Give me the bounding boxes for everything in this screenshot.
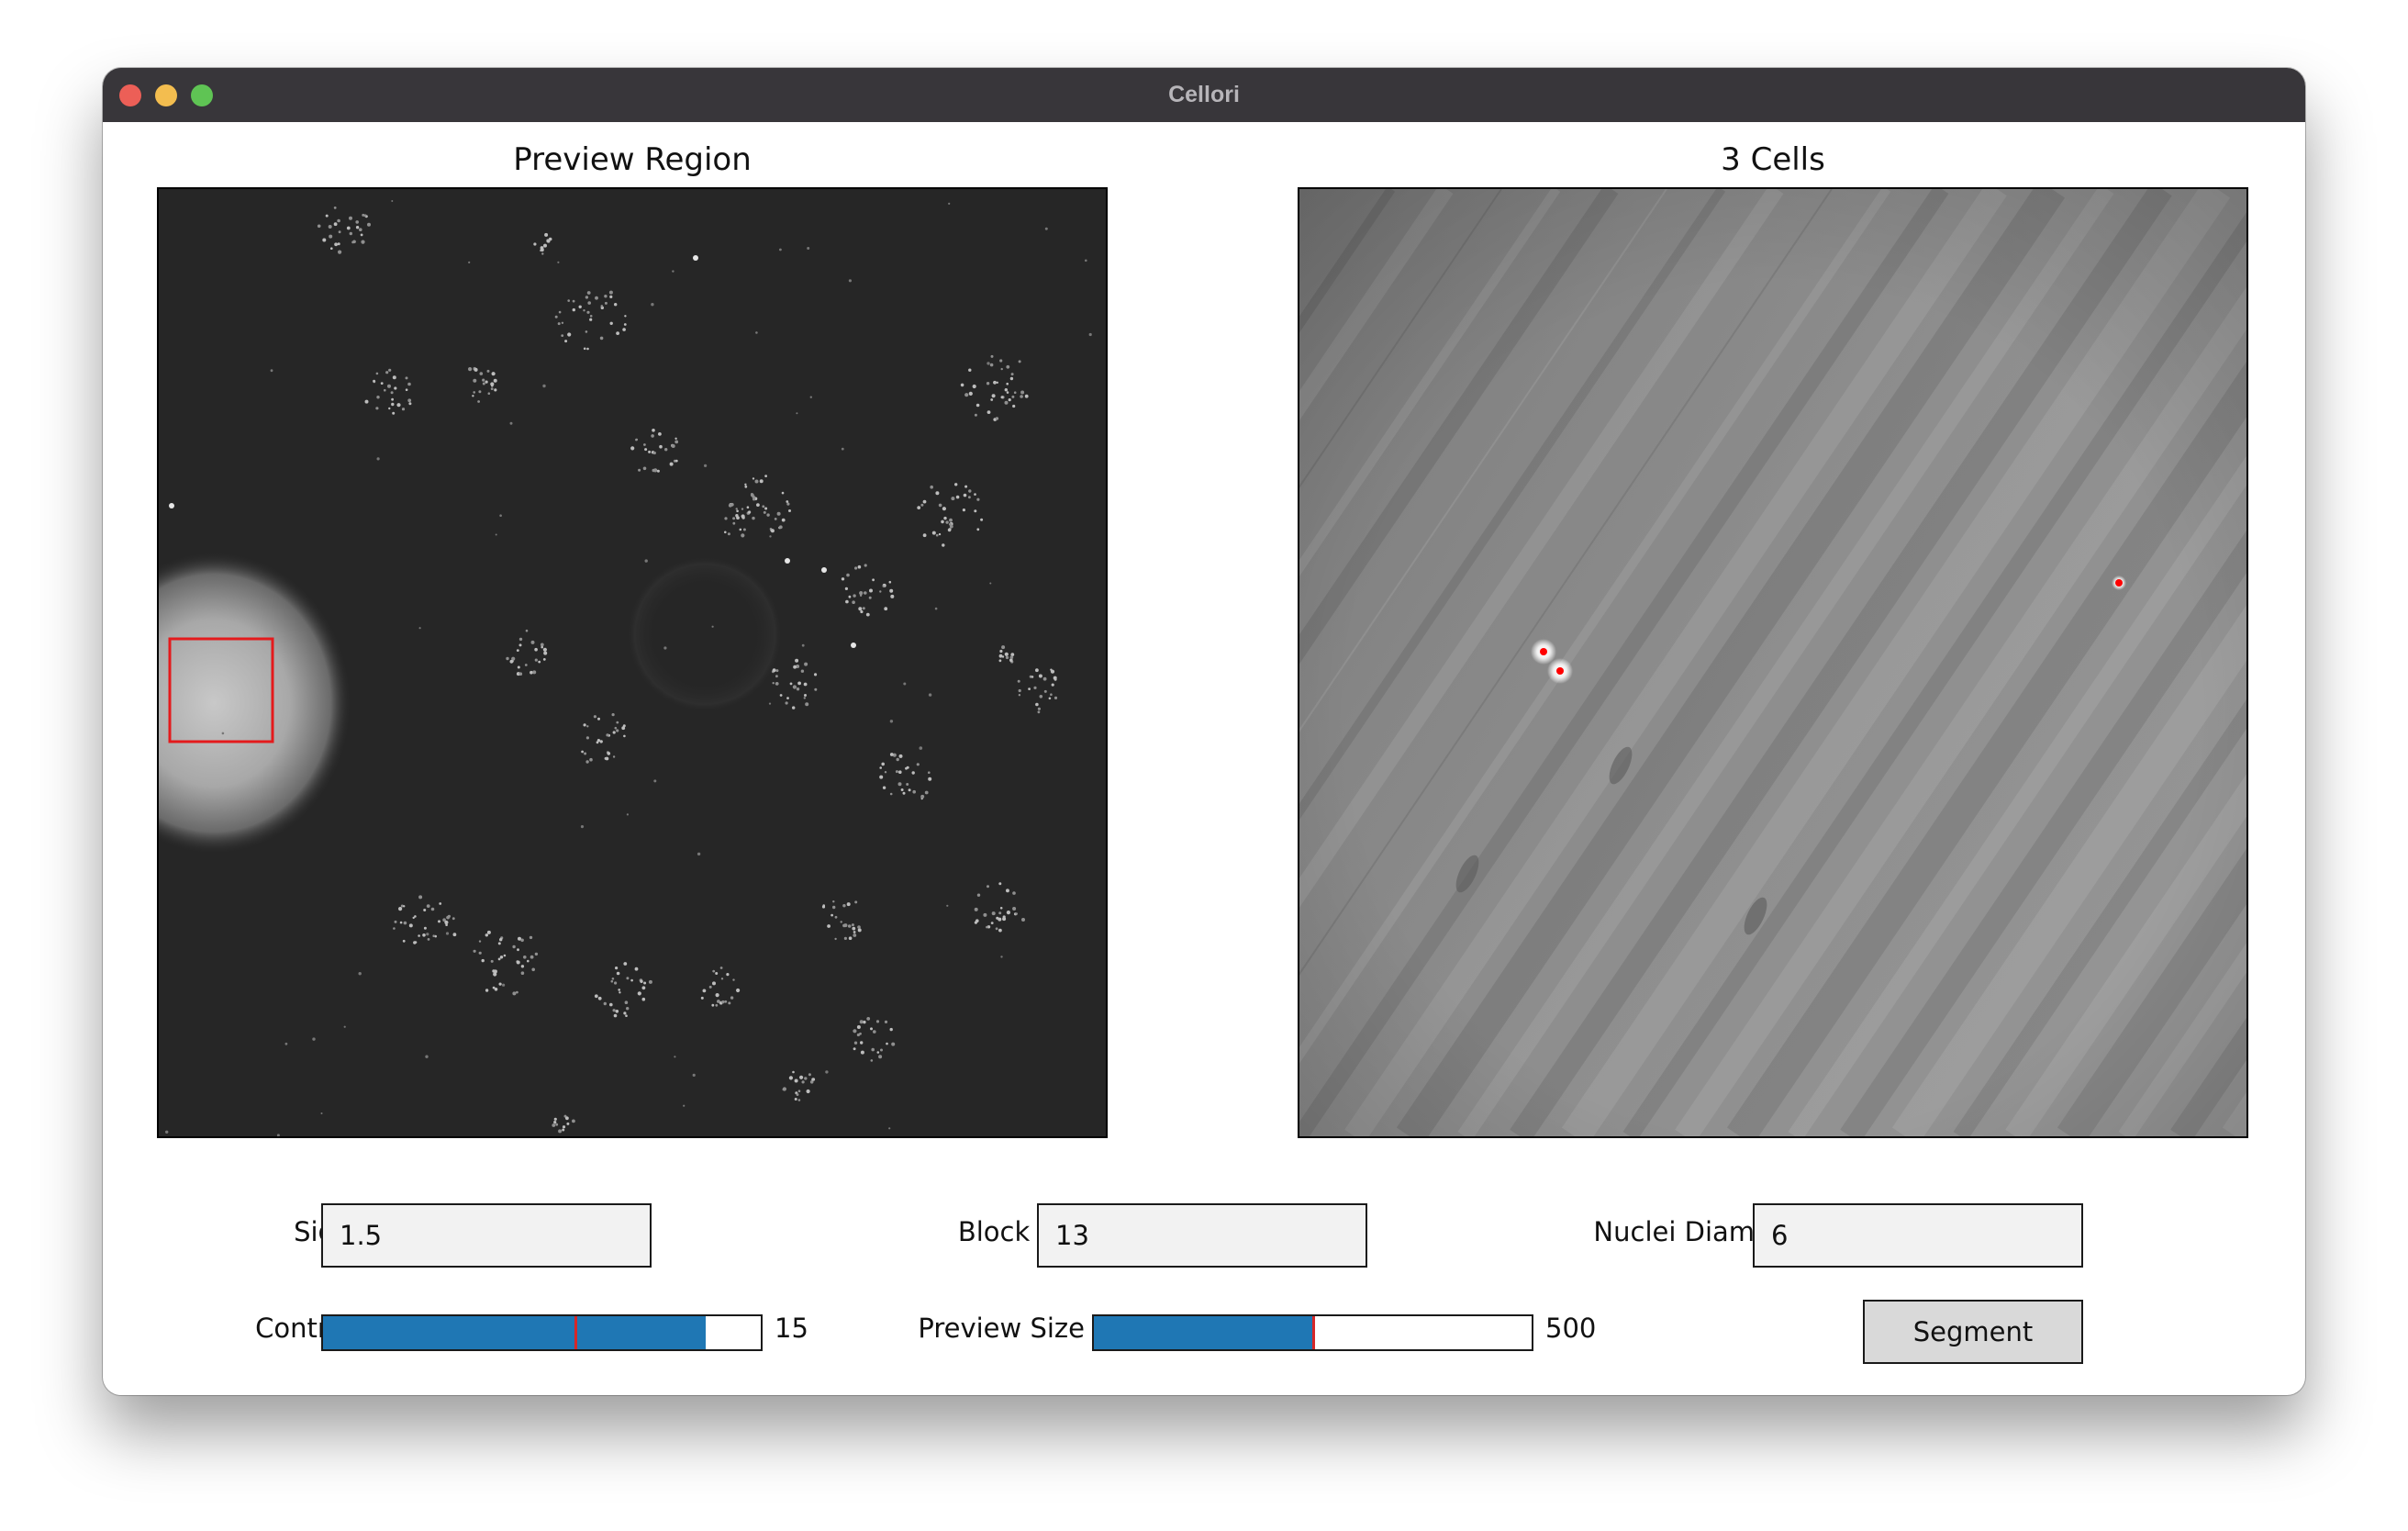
preview-size-label: Preview Size — [918, 1313, 1085, 1344]
nuclei-diameter-input[interactable]: 6 — [1753, 1203, 2083, 1268]
cell-count-title: 3 Cells — [1721, 141, 1825, 178]
detected-cell-marker — [2115, 579, 2123, 587]
contrast-slider[interactable] — [321, 1314, 763, 1351]
sigma-input[interactable]: 1.5 — [321, 1203, 652, 1268]
preview-size-initial-marker — [1311, 1316, 1315, 1349]
detected-cell-marker — [1540, 648, 1547, 655]
title-bar[interactable]: Cellori — [103, 68, 2305, 122]
detected-cell-marker — [1556, 667, 1564, 675]
preview-region-title: Preview Region — [513, 141, 752, 178]
preview-size-slider-fill — [1094, 1316, 1313, 1349]
preview-size-slider[interactable] — [1092, 1314, 1533, 1351]
contrast-slider-fill — [323, 1316, 707, 1349]
contrast-value: 15 — [775, 1313, 808, 1344]
preview-size-value: 500 — [1545, 1313, 1597, 1344]
segmentation-image[interactable] — [1298, 187, 2248, 1138]
segmentation-canvas[interactable] — [1299, 189, 2246, 1136]
segment-button[interactable]: Segment — [1863, 1300, 2083, 1364]
app-window: Cellori Preview Region 3 Cells 1.5 Block… — [103, 68, 2305, 1395]
window-title: Cellori — [1168, 82, 1240, 107]
contrast-initial-marker — [574, 1316, 578, 1349]
block-size-input[interactable]: 13 — [1037, 1203, 1367, 1268]
preview-region-image[interactable] — [157, 187, 1108, 1138]
preview-region-canvas[interactable] — [159, 189, 1106, 1136]
